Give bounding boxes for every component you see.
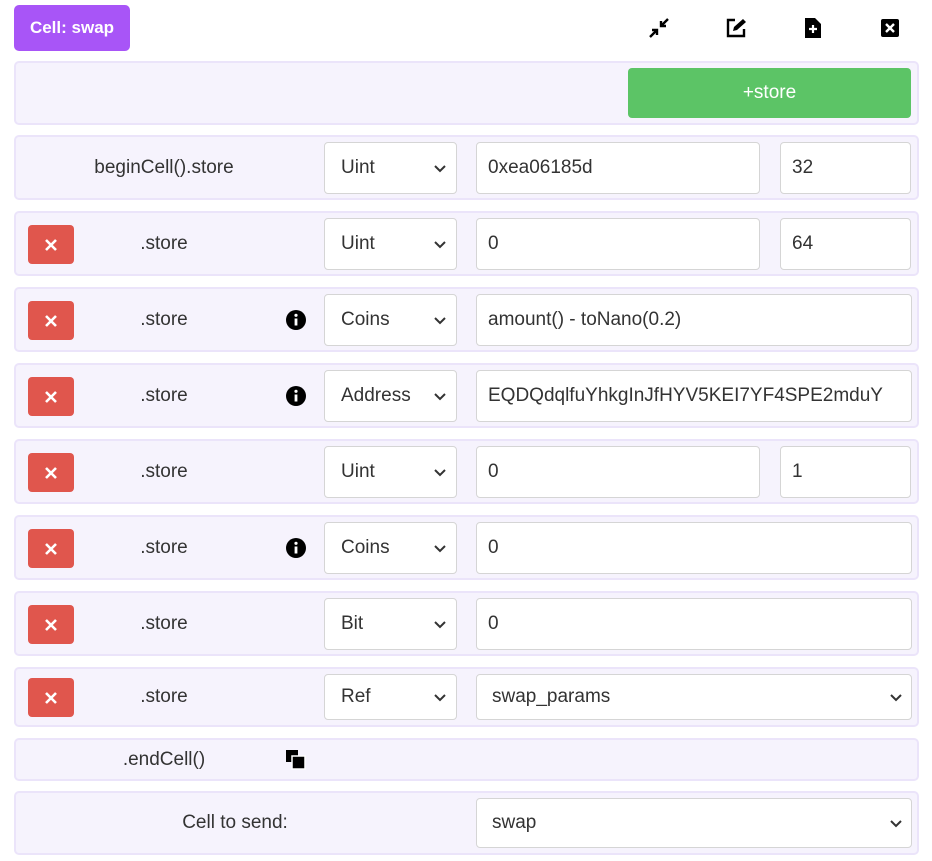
store-label: .store [140, 460, 188, 482]
bits-input[interactable]: 1 [780, 446, 911, 498]
type-select-value: Uint [341, 233, 375, 254]
ref-select[interactable]: swap_params [476, 674, 912, 720]
delete-row-button[interactable] [28, 605, 74, 644]
type-select-value: Coins [341, 537, 390, 558]
store-row: .store Coins 0 [14, 515, 919, 580]
add-store-button[interactable]: +store [628, 68, 911, 118]
delete-row-button[interactable] [28, 529, 74, 568]
compress-icon[interactable] [647, 16, 671, 40]
type-select[interactable]: Uint [324, 218, 457, 270]
type-select-value: Bit [341, 613, 364, 634]
copy-icon[interactable] [285, 749, 307, 771]
close-icon [45, 466, 57, 479]
delete-row-button[interactable] [28, 678, 74, 717]
delete-row-button[interactable] [28, 301, 74, 340]
chevron-down-icon [434, 694, 446, 702]
new-file-icon[interactable] [801, 16, 825, 40]
info-icon[interactable] [285, 537, 307, 559]
info-icon[interactable] [285, 309, 307, 331]
delete-row-button[interactable] [28, 453, 74, 492]
type-select-value: Uint [341, 157, 375, 178]
value-input[interactable]: amount() - toNano(0.2) [476, 294, 912, 346]
end-cell-row: .endCell() [14, 738, 919, 781]
store-row: .store Uint 0 1 [14, 439, 919, 504]
value-input[interactable]: 0 [476, 598, 912, 650]
chevron-down-icon [434, 545, 446, 553]
value-input[interactable]: 0 [476, 446, 760, 498]
type-select-value: Coins [341, 309, 390, 330]
chevron-down-icon [434, 469, 446, 477]
add-store-row: +store [14, 61, 919, 125]
type-select-value: Uint [341, 461, 375, 482]
store-label: .store [140, 686, 188, 707]
chevron-down-icon [434, 621, 446, 629]
cell-to-send-value: swap [492, 812, 537, 833]
store-row: .store Coins amount() - toNano(0.2) [14, 287, 919, 352]
type-select[interactable]: Address [324, 370, 457, 422]
value-input[interactable]: 0 [476, 218, 760, 270]
type-select[interactable]: Coins [324, 294, 457, 346]
value-input[interactable]: 0 [476, 522, 912, 574]
edit-icon[interactable] [724, 16, 748, 40]
store-row: .store Ref swap_params [14, 667, 919, 727]
info-icon[interactable] [285, 385, 307, 407]
cell-title-badge[interactable]: Cell: swap [14, 5, 130, 51]
chevron-down-icon [890, 820, 902, 828]
chevron-down-icon [434, 165, 446, 173]
begin-cell-label: beginCell().store [94, 156, 234, 178]
chevron-down-icon [890, 694, 902, 702]
type-select[interactable]: Uint [324, 446, 457, 498]
store-label: .store [140, 232, 188, 254]
delete-row-button[interactable] [28, 377, 74, 416]
chevron-down-icon [434, 317, 446, 325]
type-select-value: Address [341, 385, 411, 406]
type-select[interactable]: Bit [324, 598, 457, 650]
address-input[interactable]: EQDQdqlfuYhkgInJfHYV5KEI7YF4SPE2mduY [476, 370, 912, 422]
store-row: .store Address EQDQdqlfuYhkgInJfHYV5KEI7… [14, 363, 919, 428]
close-icon[interactable] [878, 16, 902, 40]
store-label: .store [140, 384, 188, 406]
store-row: .store Uint 0 64 [14, 211, 919, 276]
cell-to-send-row: Cell to send: swap [14, 791, 919, 855]
bits-input[interactable]: 32 [780, 142, 911, 194]
store-label: .store [140, 612, 188, 634]
cell-to-send-select[interactable]: swap [476, 798, 912, 848]
chevron-down-icon [434, 393, 446, 401]
type-select-value: Ref [341, 686, 371, 707]
close-icon [45, 691, 57, 704]
ref-select-value: swap_params [492, 686, 611, 707]
value-input[interactable]: 0xea06185d [476, 142, 760, 194]
type-select[interactable]: Coins [324, 522, 457, 574]
bits-input[interactable]: 64 [780, 218, 911, 270]
close-icon [45, 390, 57, 403]
close-icon [45, 542, 57, 555]
top-bar: Cell: swap [0, 0, 932, 58]
type-select[interactable]: Ref [324, 674, 457, 720]
end-cell-label: .endCell() [122, 748, 206, 770]
store-label: .store [140, 308, 188, 330]
type-select[interactable]: Uint [324, 142, 457, 194]
store-label: .store [140, 536, 188, 558]
close-icon [45, 314, 57, 327]
close-icon [45, 238, 57, 251]
chevron-down-icon [434, 241, 446, 249]
close-icon [45, 618, 57, 631]
delete-row-button[interactable] [28, 225, 74, 264]
begin-cell-row: beginCell().store Uint 0xea06185d 32 [14, 135, 919, 200]
store-row: .store Bit 0 [14, 591, 919, 656]
cell-to-send-label: Cell to send: [182, 812, 288, 833]
